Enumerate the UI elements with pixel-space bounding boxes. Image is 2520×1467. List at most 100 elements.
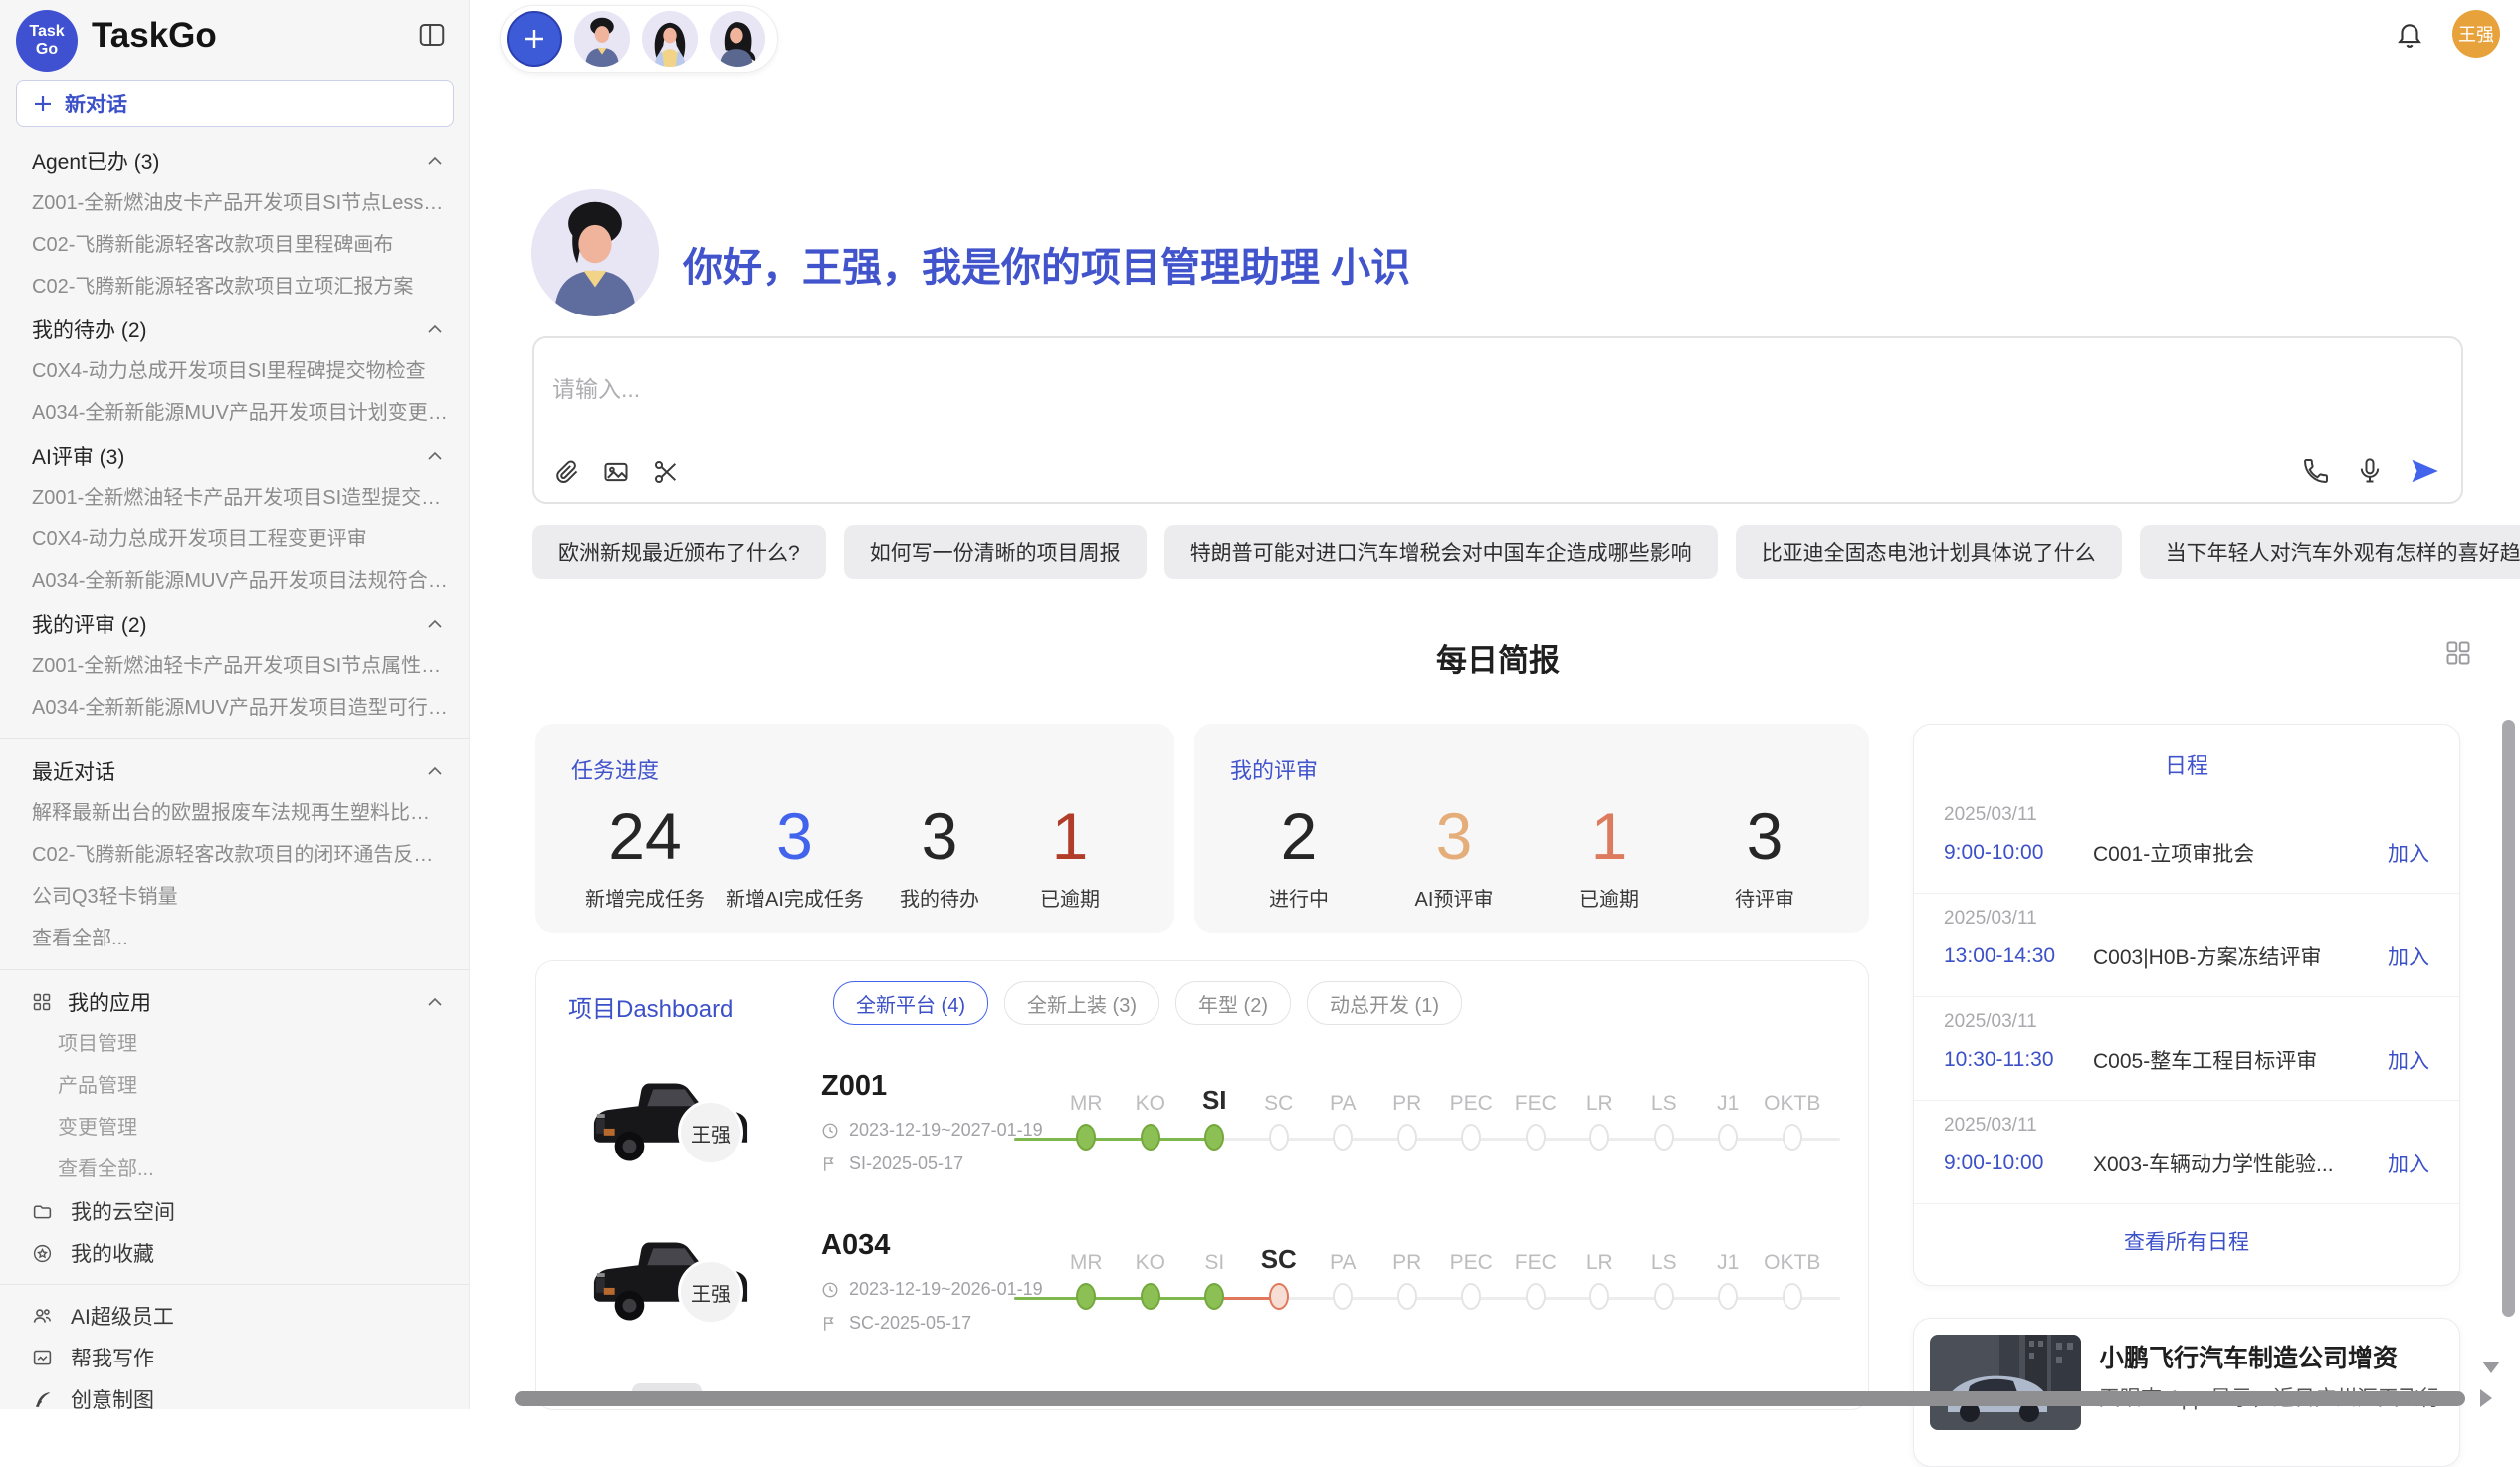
sidebar-item[interactable]: C02-飞腾新能源轻客改款项目立项汇报方案 bbox=[0, 266, 469, 308]
divider bbox=[0, 1284, 469, 1285]
suggestion-chip[interactable]: 如何写一份清晰的项目周报 bbox=[844, 525, 1147, 579]
event-name: C005-整车工程目标评审 bbox=[2093, 1045, 2374, 1075]
sidebar-item[interactable]: Z001-全新燃油轻卡产品开发项目SI造型提交物评审 bbox=[0, 477, 469, 519]
sidebar-item[interactable]: C02-飞腾新能源轻客改款项目里程碑画布 bbox=[0, 224, 469, 266]
phone-call-icon[interactable] bbox=[2302, 457, 2330, 485]
recent-chat-item[interactable]: 公司Q3轻卡销量 bbox=[0, 876, 469, 918]
milestone-label: OKTB bbox=[1761, 1092, 1825, 1116]
join-link[interactable]: 加入 bbox=[2388, 1149, 2429, 1178]
chevron-up-icon bbox=[427, 324, 443, 334]
join-link[interactable]: 加入 bbox=[2388, 942, 2429, 971]
suggestion-chip[interactable]: 比亚迪全固态电池计划具体说了什么 bbox=[1736, 525, 2122, 579]
sidebar-item[interactable]: A034-全新新能源MUV产品开发项目法规符合性评审 bbox=[0, 560, 469, 602]
star-badge-icon bbox=[32, 1243, 53, 1264]
quill-pen-icon bbox=[32, 1389, 53, 1410]
horizontal-scrollbar[interactable] bbox=[515, 1391, 2465, 1406]
tab-powertrain[interactable]: 动总开发 (1) bbox=[1307, 981, 1462, 1025]
event-name: C001-立项审批会 bbox=[2093, 838, 2374, 868]
apps-view-all[interactable]: 查看全部... bbox=[0, 1149, 469, 1190]
milestone-dot bbox=[1654, 1283, 1674, 1310]
milestone-label: KO bbox=[1119, 1251, 1183, 1275]
sidebar-section-recent-chats[interactable]: 最近对话 bbox=[0, 749, 469, 792]
milestone-dot bbox=[1269, 1124, 1289, 1151]
sidebar-item[interactable]: Z001-全新燃油轻卡产品开发项目SI节点属性5D文件评审 bbox=[0, 645, 469, 687]
chat-input[interactable]: 请输入... bbox=[532, 336, 2463, 504]
sidebar-item[interactable]: A034-全新新能源MUV产品开发项目计划变更表编写 bbox=[0, 392, 469, 434]
sidebar-item-ai-super-staff[interactable]: AI超级员工 bbox=[0, 1295, 469, 1337]
app-item-project-mgmt[interactable]: 项目管理 bbox=[0, 1023, 469, 1065]
chat-input-placeholder: 请输入... bbox=[552, 370, 640, 404]
project-owner-badge: 王强 bbox=[678, 1100, 743, 1165]
attachment-icon[interactable] bbox=[552, 458, 580, 486]
milestone-dot bbox=[1269, 1283, 1289, 1310]
suggestion-chip[interactable]: 特朗普可能对进口汽车增税会对中国车企造成哪些影响 bbox=[1164, 525, 1718, 579]
tab-year-model[interactable]: 年型 (2) bbox=[1175, 981, 1291, 1025]
main-content: 王强 你好，王强，我是你的项目管理助理 小识 请输入... 欧洲新规最近颁布了什… bbox=[470, 0, 2520, 1409]
suggestion-chip[interactable]: 当下年轻人对汽车外观有怎样的喜好趋势 bbox=[2140, 525, 2520, 579]
sidebar-item[interactable]: C0X4-动力总成开发项目工程变更评审 bbox=[0, 519, 469, 560]
milestone-label: SC bbox=[1247, 1092, 1312, 1116]
stat-label: 新增完成任务 bbox=[585, 883, 705, 912]
stat-block: 2 进行中 bbox=[1244, 799, 1354, 912]
event-date: 2025/03/11 bbox=[1944, 908, 2429, 930]
sidebar-section-my-apps[interactable]: 我的应用 bbox=[0, 980, 469, 1023]
notification-bell-icon[interactable] bbox=[2395, 19, 2424, 49]
scroll-down-arrow[interactable] bbox=[2482, 1362, 2500, 1373]
sidebar-item-help-me-write[interactable]: 帮我写作 bbox=[0, 1337, 469, 1378]
project-flag-milestone: SC-2025-05-17 bbox=[849, 1313, 971, 1334]
image-icon[interactable] bbox=[602, 458, 630, 486]
view-all-schedule-link[interactable]: 查看所有日程 bbox=[1914, 1226, 2459, 1256]
tab-all-platform[interactable]: 全新平台 (4) bbox=[833, 981, 988, 1025]
sidebar-item-cloud-space[interactable]: 我的云空间 bbox=[0, 1190, 469, 1232]
stat-label: 进行中 bbox=[1269, 883, 1329, 912]
join-link[interactable]: 加入 bbox=[2388, 838, 2429, 868]
scissors-icon[interactable] bbox=[652, 458, 680, 486]
sidebar-section-my-review[interactable]: 我的评审 (2) bbox=[0, 602, 469, 645]
milestone-label: PR bbox=[1375, 1251, 1440, 1275]
stat-value: 3 bbox=[922, 799, 958, 873]
recent-chat-item[interactable]: C02-飞腾新能源轻客改款项目的闭环通告反馈情况 bbox=[0, 834, 469, 876]
section-label: Agent已办 (3) bbox=[32, 146, 159, 176]
tab-new-body[interactable]: 全新上装 (3) bbox=[1004, 981, 1159, 1025]
card-title: 我的评审 bbox=[1230, 753, 1833, 785]
sidebar-section-my-todo[interactable]: 我的待办 (2) bbox=[0, 308, 469, 350]
agent-avatar[interactable] bbox=[642, 11, 698, 67]
send-icon[interactable] bbox=[2410, 456, 2439, 486]
item-label: 创意制图 bbox=[71, 1384, 154, 1414]
stat-value: 2 bbox=[1281, 799, 1318, 873]
my-review-card: 我的评审 2进行中 3AI预评审 1已逾期 3待评审 bbox=[1194, 724, 1869, 933]
section-label: 我的应用 bbox=[68, 987, 151, 1017]
project-name: Z001 bbox=[821, 1070, 887, 1103]
microphone-icon[interactable] bbox=[2356, 457, 2384, 485]
sidebar-section-ai-review[interactable]: AI评审 (3) bbox=[0, 434, 469, 477]
sidebar-item[interactable]: Z001-全新燃油皮卡产品开发项目SI节点Lesson Learn报告 bbox=[0, 182, 469, 224]
join-link[interactable]: 加入 bbox=[2388, 1045, 2429, 1075]
sidebar-item-favorites[interactable]: 我的收藏 bbox=[0, 1232, 469, 1274]
stat-value: 3 bbox=[1436, 799, 1473, 873]
sidebar-section-agent-done[interactable]: Agent已办 (3) bbox=[0, 139, 469, 182]
app-item-product-mgmt[interactable]: 产品管理 bbox=[0, 1065, 469, 1107]
milestone-timeline: MRKOSISCPAPRPECFECLRLSJ1OKTB bbox=[1054, 1066, 1860, 1185]
stat-block: 3AI预评审 bbox=[1399, 799, 1509, 912]
scroll-right-arrow[interactable] bbox=[2480, 1389, 2492, 1407]
recent-chat-item[interactable]: 解释最新出台的欧盟报废车法规再生塑料比例被调至15%... bbox=[0, 792, 469, 834]
agent-avatar[interactable] bbox=[710, 11, 765, 67]
user-avatar[interactable]: 王强 bbox=[2452, 10, 2500, 58]
agent-avatar[interactable] bbox=[574, 11, 630, 67]
sidebar-item[interactable]: C0X4-动力总成开发项目SI里程碑提交物检查 bbox=[0, 350, 469, 392]
suggestion-chip[interactable]: 欧洲新规最近颁布了什么? bbox=[532, 525, 826, 579]
layout-grid-icon[interactable] bbox=[2444, 639, 2472, 667]
app-item-change-mgmt[interactable]: 变更管理 bbox=[0, 1107, 469, 1149]
milestone-label: MR bbox=[1054, 1092, 1119, 1116]
stat-block: 1已逾期 bbox=[1555, 799, 1664, 912]
project-row[interactable]: 王强 Z001 2023-12-19~2027-01-19 SI-2025-05… bbox=[536, 1056, 1868, 1215]
sidebar-collapse-icon[interactable] bbox=[417, 20, 447, 50]
sidebar-item[interactable]: A034-全新新能源MUV产品开发项目造型可行性评审 bbox=[0, 687, 469, 729]
sidebar-item-creative-drawing[interactable]: 创意制图 bbox=[0, 1378, 469, 1420]
project-row[interactable]: 王强 A034 2023-12-19~2026-01-19 SC-2025-05… bbox=[536, 1215, 1868, 1374]
divider bbox=[0, 969, 469, 970]
add-agent-button[interactable] bbox=[507, 11, 562, 67]
new-chat-button[interactable]: 新对话 bbox=[16, 80, 454, 127]
vertical-scrollbar[interactable] bbox=[2502, 720, 2515, 1317]
recent-chats-view-all[interactable]: 查看全部... bbox=[0, 918, 469, 959]
